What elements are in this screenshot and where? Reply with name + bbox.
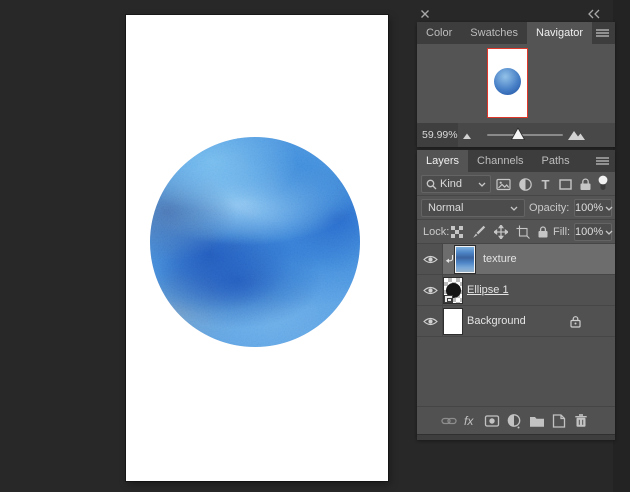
filter-smart-objects-icon[interactable] — [578, 177, 593, 192]
blend-mode-row: Normal Opacity: 100% — [417, 196, 615, 220]
layer-row-texture[interactable]: texture — [417, 244, 615, 275]
tab-swatches[interactable]: Swatches — [461, 22, 527, 44]
collapse-panels-icon[interactable] — [587, 9, 601, 19]
chevron-down-icon — [478, 182, 486, 187]
tab-navigator[interactable]: Navigator — [527, 22, 592, 44]
blend-mode-dropdown[interactable]: Normal — [421, 199, 525, 217]
app-background-right — [613, 0, 630, 492]
lock-label: Lock: — [423, 220, 449, 244]
close-icon[interactable] — [419, 8, 431, 20]
chevron-down-icon — [605, 230, 613, 235]
layer-row-ellipse-1[interactable]: Ellipse 1 — [417, 275, 615, 306]
new-adjustment-layer-icon[interactable] — [506, 413, 522, 429]
filter-kind-dropdown[interactable]: Kind — [421, 175, 491, 193]
fill-value-box[interactable]: 100% — [574, 223, 612, 241]
clipping-mask-arrow-icon — [445, 254, 454, 265]
panel-stack: Color Swatches Navigator 59.99% — [417, 0, 615, 492]
filter-type-layers-icon[interactable]: T — [538, 177, 553, 192]
lock-pixels-brush-icon[interactable] — [472, 225, 486, 239]
navigator-panel: Color Swatches Navigator 59.99% — [417, 22, 615, 147]
panel-menu-icon[interactable] — [596, 29, 609, 38]
layer-style-fx-icon[interactable]: fx — [464, 413, 480, 429]
new-group-folder-icon[interactable] — [529, 413, 545, 429]
fill-value: 100% — [575, 226, 603, 238]
visibility-eye-icon[interactable] — [423, 285, 438, 296]
opacity-value: 100% — [575, 202, 603, 214]
zoom-out-icon[interactable] — [461, 130, 475, 140]
zoom-in-icon[interactable] — [567, 128, 587, 141]
filter-shape-layers-icon[interactable] — [558, 177, 573, 192]
layers-tabbar: Layers Channels Paths — [417, 150, 615, 172]
layer-name[interactable]: Ellipse 1 — [467, 275, 509, 306]
opacity-label: Opacity: — [529, 196, 569, 220]
navigator-tabbar: Color Swatches Navigator — [417, 22, 615, 44]
layer-thumbnail-ellipse[interactable] — [443, 277, 463, 304]
tab-color[interactable]: Color — [417, 22, 461, 44]
layer-thumbnail-texture[interactable] — [455, 246, 475, 273]
navigator-thumbnail-artwork — [494, 68, 521, 95]
fill-label: Fill: — [553, 220, 570, 244]
chevron-down-icon — [510, 206, 518, 211]
layer-filter-row: Kind T — [417, 172, 615, 196]
tab-channels[interactable]: Channels — [468, 150, 532, 172]
navigator-zoom-row: 59.99% — [417, 123, 615, 147]
lock-all-icon[interactable] — [536, 225, 550, 239]
visibility-eye-icon[interactable] — [423, 254, 438, 265]
navigator-preview-area — [417, 44, 615, 123]
lock-position-move-icon[interactable] — [494, 225, 508, 239]
link-layers-icon[interactable] — [441, 413, 457, 429]
visibility-eye-icon[interactable] — [423, 316, 438, 327]
new-layer-icon[interactable] — [551, 413, 567, 429]
layers-list: texture Ellipse 1 — [417, 244, 615, 406]
watercolor-circle-artwork — [150, 137, 360, 347]
lock-transparency-icon[interactable] — [450, 225, 464, 239]
lock-artboard-icon[interactable] — [516, 225, 530, 239]
navigator-proxy-view[interactable] — [487, 48, 528, 118]
zoom-percentage-field[interactable]: 59.99% — [417, 123, 458, 147]
opacity-value-box[interactable]: 100% — [574, 199, 612, 217]
search-icon — [426, 179, 437, 190]
tab-layers[interactable]: Layers — [417, 150, 468, 172]
add-layer-mask-icon[interactable] — [484, 413, 500, 429]
background-locked-icon[interactable] — [569, 315, 582, 328]
document-canvas[interactable] — [126, 15, 388, 481]
layer-name[interactable]: Background — [467, 306, 526, 337]
layer-filter-toggle[interactable] — [597, 175, 612, 190]
layers-panel: Layers Channels Paths Kind — [417, 150, 615, 440]
chevron-down-icon — [605, 206, 613, 211]
lock-row: Lock: — [417, 220, 615, 244]
layer-row-background[interactable]: Background — [417, 306, 615, 337]
filter-kind-label: Kind — [440, 178, 462, 190]
panel-menu-icon[interactable] — [596, 157, 609, 166]
filter-pixel-layers-icon[interactable] — [496, 177, 511, 192]
tab-paths[interactable]: Paths — [533, 150, 579, 172]
panel-resize-edge[interactable] — [417, 434, 615, 440]
layer-name[interactable]: texture — [483, 244, 517, 275]
layer-thumbnail-background[interactable] — [443, 308, 463, 335]
vector-mask-badge-icon — [444, 295, 453, 303]
delete-layer-trash-icon[interactable] — [573, 413, 589, 429]
zoom-slider-thumb[interactable] — [510, 127, 526, 141]
blend-mode-value: Normal — [428, 202, 463, 214]
watercolor-grain-texture — [150, 137, 360, 347]
filter-adjustment-layers-icon[interactable] — [518, 177, 533, 192]
layers-bottom-bar: fx — [417, 406, 615, 434]
